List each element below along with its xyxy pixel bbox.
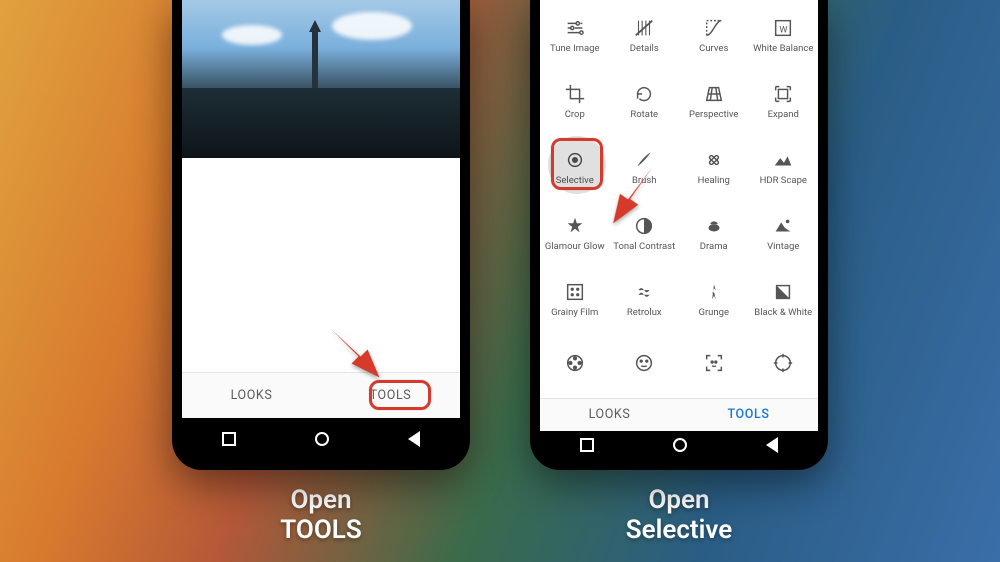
tool-extra-1[interactable] bbox=[540, 332, 610, 398]
label: White Balance bbox=[753, 44, 813, 54]
tool-extra-2[interactable] bbox=[610, 332, 680, 398]
label: Healing bbox=[698, 176, 730, 186]
tool-curves[interactable]: Curves bbox=[679, 2, 749, 68]
caption-left-line2: TOOLS bbox=[280, 515, 361, 545]
tool-tonal-contrast[interactable]: Tonal Contrast bbox=[610, 200, 680, 266]
back-icon[interactable] bbox=[766, 437, 778, 453]
retrolux-icon bbox=[632, 280, 656, 304]
tune-icon bbox=[563, 16, 587, 40]
caption-right: Open Selective bbox=[626, 486, 733, 546]
glamour-icon bbox=[563, 214, 587, 238]
rotate-icon bbox=[632, 82, 656, 106]
caption-right-line2: Selective bbox=[626, 515, 733, 545]
label: Crop bbox=[565, 110, 585, 120]
bw-icon bbox=[771, 280, 795, 304]
tool-glamour-glow[interactable]: Glamour Glow bbox=[540, 200, 610, 266]
tab-looks[interactable]: LOOKS bbox=[540, 399, 679, 431]
tool-hdr-scape[interactable]: HDR Scape bbox=[749, 134, 819, 200]
label: Brush bbox=[632, 176, 657, 186]
wb-icon: W bbox=[771, 16, 795, 40]
selective-icon bbox=[563, 148, 587, 172]
label: Grainy Film bbox=[551, 308, 598, 318]
reel-icon bbox=[563, 351, 587, 375]
right-panel: Tune Image Details Curves W White Balance… bbox=[530, 0, 828, 562]
left-panel: LOOKS TOOLS Open TOOLS bbox=[172, 0, 470, 562]
label: Vintage bbox=[767, 242, 799, 252]
caption-left: Open TOOLS bbox=[280, 486, 361, 546]
caption-right-line1: Open bbox=[648, 485, 709, 515]
tab-looks[interactable]: LOOKS bbox=[182, 373, 321, 418]
label: Details bbox=[630, 44, 659, 54]
vintage-icon bbox=[771, 214, 795, 238]
tool-extra-4[interactable] bbox=[749, 332, 819, 398]
label: Black & White bbox=[754, 308, 812, 318]
face-icon bbox=[632, 351, 656, 375]
label: Drama bbox=[700, 242, 728, 252]
face-detect-icon bbox=[702, 351, 726, 375]
phone-screen-right: Tune Image Details Curves W White Balance… bbox=[540, 0, 818, 460]
label: Glamour Glow bbox=[545, 242, 605, 252]
android-nav-bar bbox=[182, 418, 460, 460]
bottom-tab-bar: LOOKS TOOLS bbox=[540, 398, 818, 431]
tonal-icon bbox=[632, 214, 656, 238]
expand-icon bbox=[771, 82, 795, 106]
hdr-icon bbox=[771, 148, 795, 172]
canvas-area bbox=[182, 158, 460, 372]
bottom-tab-bar: LOOKS TOOLS bbox=[182, 372, 460, 418]
tools-grid: Tune Image Details Curves W White Balance… bbox=[540, 0, 818, 398]
label: Grunge bbox=[698, 308, 729, 318]
overview-icon[interactable] bbox=[580, 438, 594, 452]
label: Perspective bbox=[689, 110, 738, 120]
overview-icon[interactable] bbox=[222, 432, 236, 446]
caption-left-line1: Open bbox=[290, 485, 351, 515]
crop-icon bbox=[563, 82, 587, 106]
phone-frame-left: LOOKS TOOLS bbox=[172, 0, 470, 470]
drama-icon bbox=[702, 214, 726, 238]
label: Expand bbox=[768, 110, 799, 120]
home-icon[interactable] bbox=[315, 432, 329, 446]
tab-tools[interactable]: TOOLS bbox=[321, 373, 460, 418]
details-icon bbox=[632, 16, 656, 40]
grunge-icon bbox=[702, 280, 726, 304]
svg-text:W: W bbox=[780, 25, 788, 35]
tool-healing[interactable]: Healing bbox=[679, 134, 749, 200]
perspective-icon bbox=[702, 82, 726, 106]
target-icon bbox=[771, 351, 795, 375]
phone-screen-left: LOOKS TOOLS bbox=[182, 0, 460, 460]
back-icon[interactable] bbox=[408, 431, 420, 447]
tool-selective[interactable]: Selective bbox=[540, 134, 610, 200]
tool-brush[interactable]: Brush bbox=[610, 134, 680, 200]
tab-tools-active[interactable]: TOOLS bbox=[679, 399, 818, 431]
tool-white-balance[interactable]: W White Balance bbox=[749, 2, 819, 68]
tool-black-white[interactable]: Black & White bbox=[749, 266, 819, 332]
edited-photo bbox=[182, 0, 460, 158]
tool-drama[interactable]: Drama bbox=[679, 200, 749, 266]
label: Retrolux bbox=[627, 308, 662, 318]
brush-icon bbox=[632, 148, 656, 172]
tool-crop[interactable]: Crop bbox=[540, 68, 610, 134]
tool-grainy-film[interactable]: Grainy Film bbox=[540, 266, 610, 332]
tool-expand[interactable]: Expand bbox=[749, 68, 819, 134]
grainy-icon bbox=[563, 280, 587, 304]
curves-icon bbox=[702, 16, 726, 40]
healing-icon bbox=[702, 148, 726, 172]
label: Curves bbox=[699, 44, 728, 54]
tool-vintage[interactable]: Vintage bbox=[749, 200, 819, 266]
label: HDR Scape bbox=[760, 176, 807, 186]
tool-rotate[interactable]: Rotate bbox=[610, 68, 680, 134]
label: Rotate bbox=[630, 110, 658, 120]
home-icon[interactable] bbox=[673, 438, 687, 452]
label: Tune Image bbox=[550, 44, 600, 54]
label: Selective bbox=[556, 176, 594, 186]
tool-details[interactable]: Details bbox=[610, 2, 680, 68]
phone-frame-right: Tune Image Details Curves W White Balance… bbox=[530, 0, 828, 470]
android-nav-bar bbox=[540, 431, 818, 460]
tool-tune-image[interactable]: Tune Image bbox=[540, 2, 610, 68]
tool-retrolux[interactable]: Retrolux bbox=[610, 266, 680, 332]
tool-perspective[interactable]: Perspective bbox=[679, 68, 749, 134]
label: Tonal Contrast bbox=[613, 242, 675, 252]
tool-extra-3[interactable] bbox=[679, 332, 749, 398]
tool-grunge[interactable]: Grunge bbox=[679, 266, 749, 332]
